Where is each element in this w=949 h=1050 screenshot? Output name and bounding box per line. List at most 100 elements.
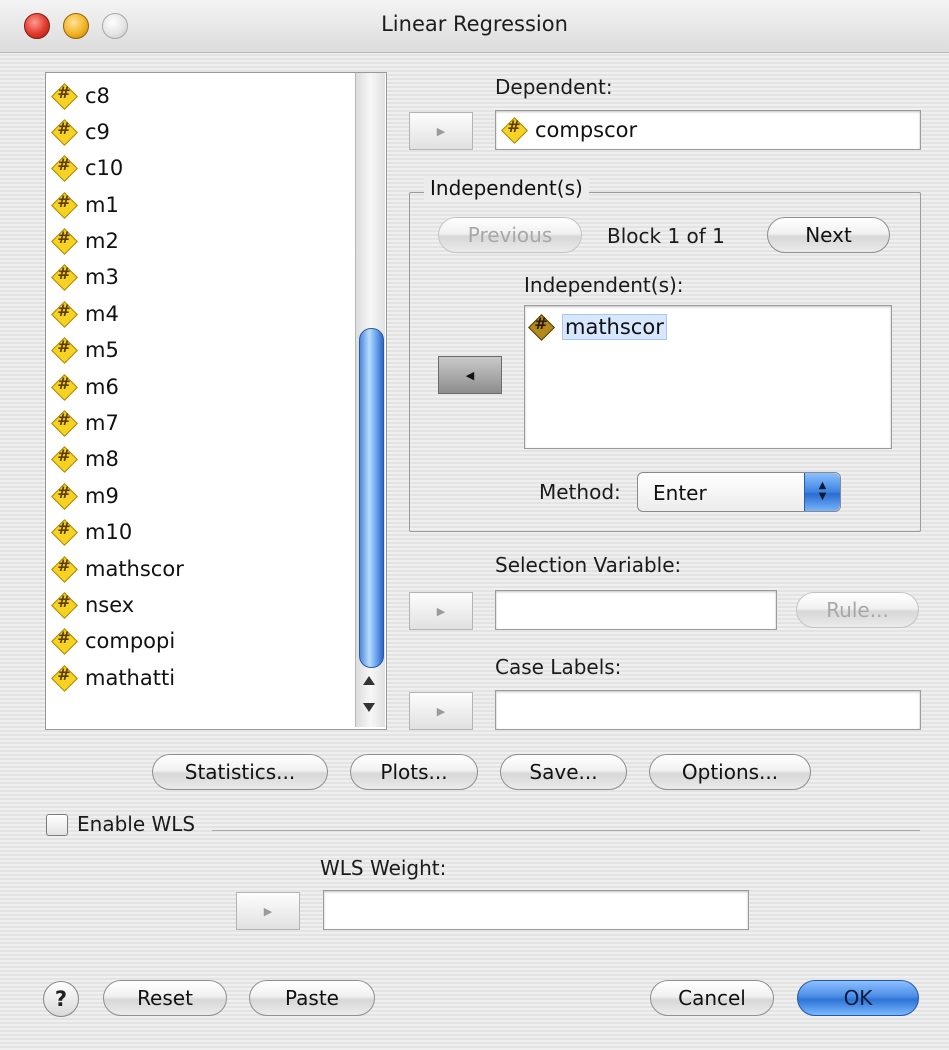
variable-label: m1	[85, 193, 119, 217]
method-label: Method:	[539, 480, 621, 504]
numeric-variable-icon	[52, 556, 76, 581]
variable-label: m3	[85, 265, 119, 289]
cancel-button[interactable]: Cancel	[650, 980, 774, 1016]
statistics-button[interactable]: Statistics...	[152, 754, 328, 790]
variable-label: nsex	[85, 593, 135, 617]
scroll-up-arrow-icon[interactable]	[363, 676, 375, 685]
list-item[interactable]: m9	[52, 479, 119, 513]
next-block-button[interactable]: Next	[767, 217, 890, 253]
variable-label: m10	[85, 520, 133, 544]
variable-label: m2	[85, 229, 119, 253]
numeric-variable-icon	[52, 519, 76, 544]
numeric-variable-icon	[52, 483, 76, 508]
list-item[interactable]: compopi	[52, 624, 175, 658]
variable-label: c9	[85, 120, 110, 144]
paste-button[interactable]: Paste	[249, 980, 375, 1016]
list-item[interactable]: nsex	[52, 588, 134, 622]
list-item[interactable]: m6	[52, 370, 119, 404]
selection-variable-label: Selection Variable:	[495, 553, 682, 577]
independents-list[interactable]: mathscor	[524, 305, 892, 449]
list-item[interactable]: c8	[52, 79, 110, 113]
list-item[interactable]: mathscor	[529, 310, 667, 344]
variable-label: mathatti	[85, 666, 176, 690]
numeric-variable-icon	[502, 117, 526, 142]
options-button[interactable]: Options...	[649, 754, 811, 790]
list-item[interactable]: mathscor	[52, 552, 184, 586]
numeric-variable-icon	[52, 374, 76, 399]
scroll-down-arrow-icon[interactable]	[363, 703, 375, 712]
save-button[interactable]: Save...	[500, 754, 627, 790]
variable-list-scrollbar[interactable]	[355, 73, 385, 727]
dependent-label: Dependent:	[495, 75, 613, 99]
move-to-selection-button[interactable]: ▶	[409, 592, 473, 630]
right-arrow-icon: ▶	[263, 904, 273, 918]
previous-block-button[interactable]: Previous	[438, 217, 582, 253]
selection-variable-field[interactable]	[495, 590, 777, 630]
list-item[interactable]: m8	[52, 442, 119, 476]
variable-label: c8	[85, 84, 110, 108]
method-select[interactable]: Enter ▲ ▼	[637, 472, 841, 512]
ok-button[interactable]: OK	[797, 980, 919, 1016]
numeric-variable-icon	[52, 337, 76, 362]
numeric-variable-icon	[52, 192, 76, 217]
right-arrow-icon: ▶	[436, 704, 446, 718]
dependent-field[interactable]: compscor	[495, 110, 921, 150]
numeric-variable-icon	[52, 119, 76, 144]
numeric-variable-icon	[529, 314, 553, 339]
numeric-variable-icon	[52, 155, 76, 180]
wls-divider	[212, 830, 920, 831]
list-item[interactable]: m4	[52, 297, 119, 331]
plots-button[interactable]: Plots...	[350, 754, 478, 790]
independents-list-label: Independent(s):	[524, 273, 684, 297]
move-to-case-labels-button[interactable]: ▶	[409, 692, 473, 730]
dependent-variable[interactable]: compscor	[502, 113, 637, 147]
question-mark-icon: ?	[54, 987, 68, 1011]
rule-button[interactable]: Rule...	[796, 592, 919, 628]
numeric-variable-icon	[52, 446, 76, 471]
variable-label: compopi	[85, 629, 176, 653]
list-item[interactable]: m5	[52, 333, 119, 367]
scrollbar-thumb[interactable]	[359, 328, 384, 668]
window-title: Linear Regression	[381, 12, 568, 36]
dependent-value: compscor	[535, 118, 638, 142]
independents-group-title: Independent(s)	[424, 176, 589, 200]
numeric-variable-icon	[52, 628, 76, 653]
list-item[interactable]: m3	[52, 260, 119, 294]
case-labels-field[interactable]	[495, 690, 921, 730]
variable-label: mathscor	[85, 557, 184, 581]
numeric-variable-icon	[52, 264, 76, 289]
right-arrow-icon: ▶	[436, 604, 446, 618]
list-item[interactable]: m1	[52, 188, 119, 222]
variable-label: m6	[85, 375, 119, 399]
numeric-variable-icon	[52, 301, 76, 326]
move-to-wls-weight-button[interactable]: ▶	[236, 892, 300, 930]
case-labels-label: Case Labels:	[495, 655, 622, 679]
linear-regression-dialog: Linear Regression c8 c9 c10 m1 m2 m3	[0, 0, 949, 1050]
variable-label: m9	[85, 484, 119, 508]
list-item[interactable]: m7	[52, 406, 119, 440]
left-arrow-icon: ◀	[465, 368, 475, 382]
remove-independent-button[interactable]: ◀	[438, 356, 502, 394]
list-item[interactable]: c9	[52, 115, 110, 149]
right-arrow-icon: ▶	[436, 124, 446, 138]
move-to-dependent-button[interactable]: ▶	[409, 112, 473, 150]
variable-label: m4	[85, 302, 119, 326]
variable-label: c10	[85, 156, 124, 180]
list-item[interactable]: m10	[52, 515, 132, 549]
list-item[interactable]: c10	[52, 151, 123, 185]
title-bar: Linear Regression	[0, 0, 949, 53]
list-item[interactable]: mathatti	[52, 661, 175, 695]
independent-variable-label: mathscor	[562, 314, 667, 340]
block-indicator: Block 1 of 1	[607, 224, 725, 248]
variable-label: m7	[85, 411, 119, 435]
numeric-variable-icon	[52, 228, 76, 253]
variable-label: m8	[85, 447, 119, 471]
enable-wls-label[interactable]: Enable WLS	[77, 812, 195, 836]
source-variable-list[interactable]: c8 c9 c10 m1 m2 m3 m4 m5	[45, 72, 387, 730]
list-item[interactable]: m2	[52, 224, 119, 258]
wls-weight-field[interactable]	[323, 890, 749, 930]
reset-button[interactable]: Reset	[103, 980, 227, 1016]
enable-wls-checkbox[interactable]	[46, 814, 68, 836]
method-value: Enter	[653, 481, 707, 505]
help-button[interactable]: ?	[43, 981, 79, 1017]
